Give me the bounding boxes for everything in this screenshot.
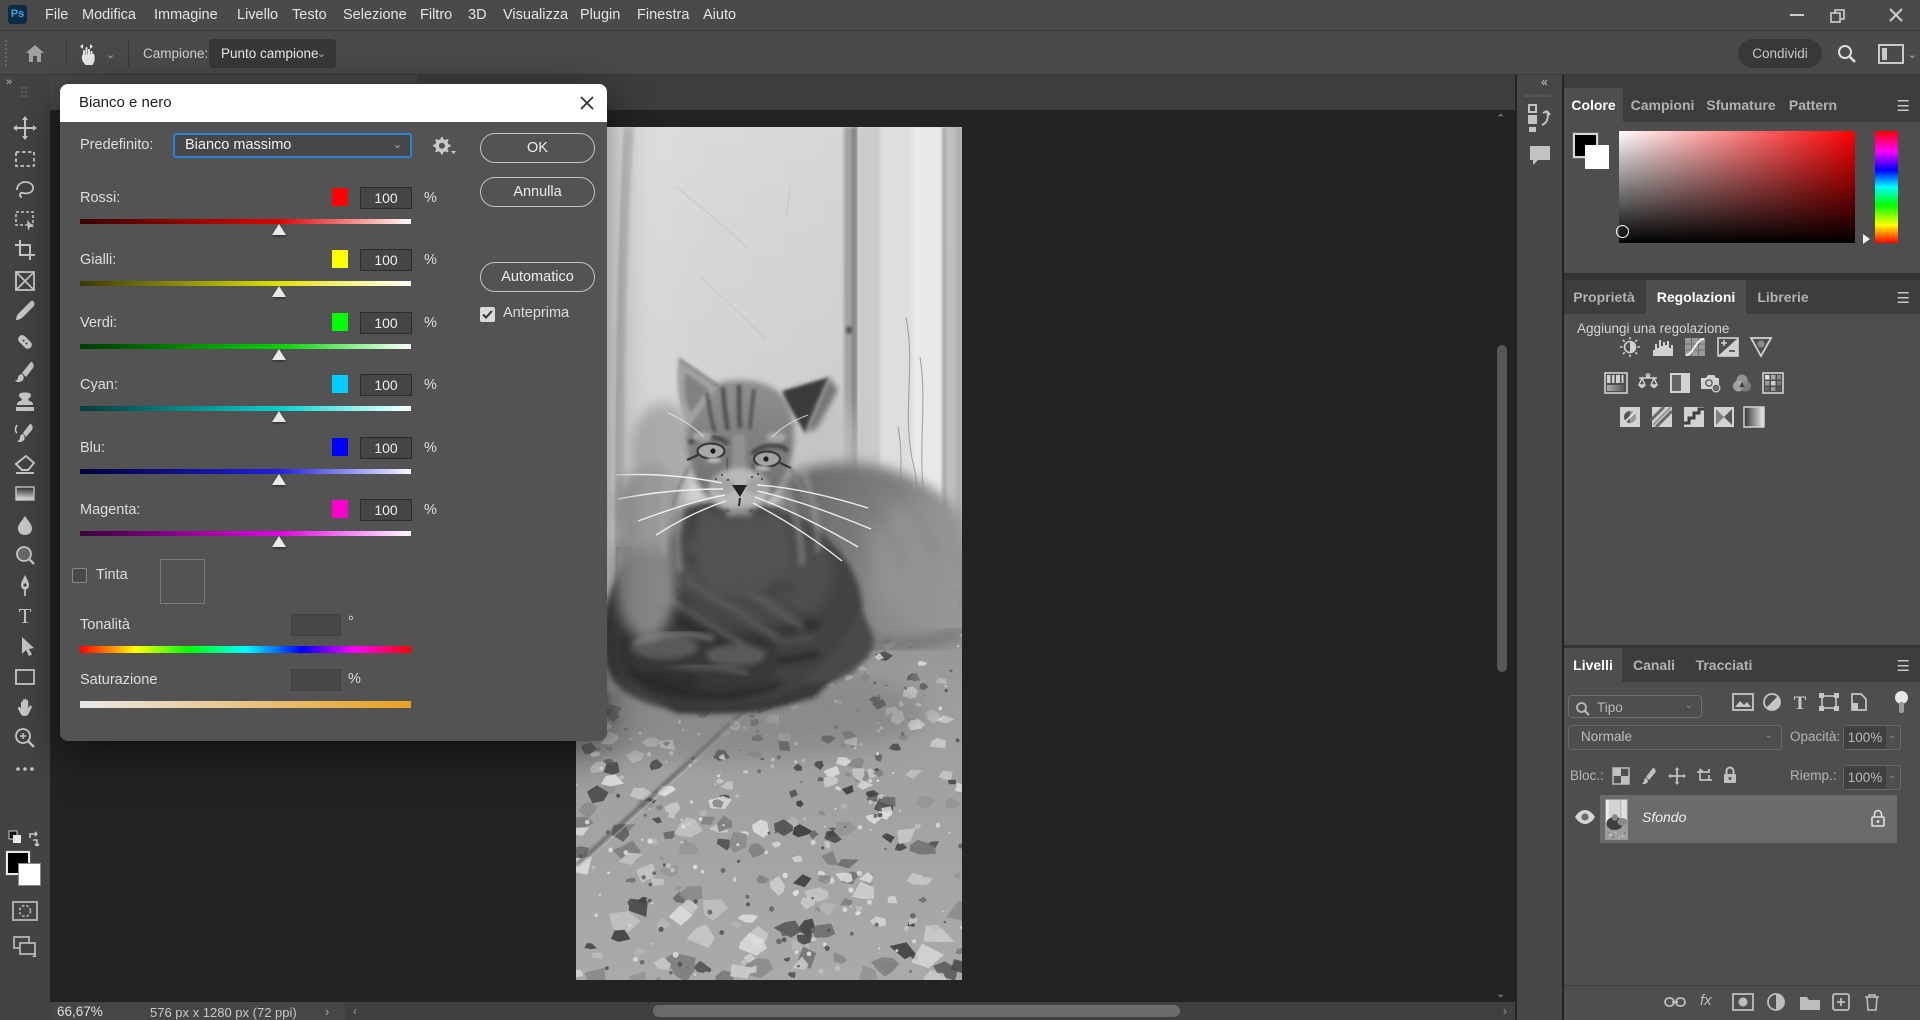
svg-text:T: T bbox=[19, 604, 32, 628]
svg-text:T: T bbox=[1794, 693, 1807, 713]
